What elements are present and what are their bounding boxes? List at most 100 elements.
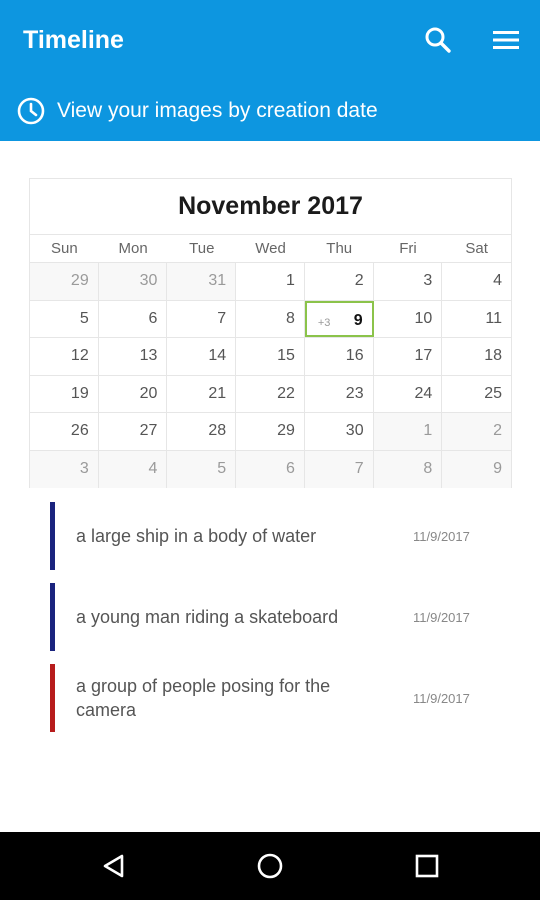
calendar-day[interactable]: 26 bbox=[30, 413, 99, 450]
calendar-day-selected[interactable]: +3 9 bbox=[304, 300, 374, 337]
calendar-day[interactable]: 30 bbox=[305, 413, 374, 450]
day-number: 29 bbox=[277, 422, 295, 439]
color-accent-bar bbox=[50, 664, 55, 732]
image-list-item[interactable]: a group of people posing for the camera 1… bbox=[50, 664, 510, 732]
calendar-day[interactable]: 18 bbox=[442, 338, 511, 375]
calendar-day[interactable]: 27 bbox=[99, 413, 168, 450]
image-list-item[interactable]: a young man riding a skateboard 11/9/2017 bbox=[50, 583, 510, 651]
calendar-day[interactable]: 16 bbox=[305, 338, 374, 375]
calendar-day[interactable]: 29 bbox=[236, 413, 305, 450]
timeline-screen: Timeline View your images by creation da… bbox=[0, 0, 540, 900]
color-accent-bar bbox=[50, 502, 55, 570]
calendar-day[interactable]: 11 bbox=[442, 301, 511, 338]
calendar-day[interactable]: 28 bbox=[167, 413, 237, 450]
calendar-day[interactable]: 8 bbox=[236, 300, 305, 337]
image-list-item[interactable]: a large ship in a body of water 11/9/2017 bbox=[50, 502, 510, 570]
app-bar: Timeline View your images by creation da… bbox=[0, 0, 540, 141]
calendar-day[interactable]: 8 bbox=[373, 450, 443, 488]
home-button[interactable] bbox=[254, 850, 286, 882]
day-number: 5 bbox=[79, 309, 89, 327]
color-accent-bar bbox=[50, 583, 55, 651]
calendar-day[interactable]: 14 bbox=[167, 338, 237, 375]
calendar-day[interactable]: 2 bbox=[305, 263, 374, 300]
system-nav-bar bbox=[0, 832, 540, 900]
day-number: 16 bbox=[345, 347, 364, 364]
calendar-day[interactable]: 22 bbox=[236, 375, 305, 412]
calendar-day[interactable]: 25 bbox=[442, 376, 511, 413]
calendar-day[interactable]: 5 bbox=[167, 450, 237, 488]
day-number: 27 bbox=[139, 422, 158, 439]
back-button[interactable] bbox=[98, 850, 130, 882]
month-calendar: November 2017 Sun Mon Tue Wed Thu Fri Sa… bbox=[29, 178, 512, 488]
back-icon bbox=[103, 854, 124, 878]
day-number: 7 bbox=[354, 459, 364, 477]
day-number: 14 bbox=[208, 347, 227, 364]
image-count-badge: +3 bbox=[317, 316, 331, 329]
search-button[interactable] bbox=[420, 22, 456, 58]
day-number: 5 bbox=[217, 459, 227, 477]
image-date: 11/9/2017 bbox=[413, 609, 470, 625]
calendar-day[interactable]: 6 bbox=[236, 450, 305, 488]
calendar-day[interactable]: 1 bbox=[236, 263, 305, 300]
calendar-day[interactable]: 1 bbox=[373, 413, 443, 450]
clock-icon bbox=[17, 97, 45, 125]
day-number: 8 bbox=[423, 459, 433, 477]
day-number: 8 bbox=[285, 309, 295, 327]
calendar-day[interactable]: 5 bbox=[30, 300, 99, 337]
calendar-day[interactable]: 23 bbox=[305, 375, 374, 412]
weekday-label: Wed bbox=[255, 240, 286, 257]
calendar-week: 29 30 31 1 2 3 4 bbox=[30, 263, 511, 301]
calendar-day[interactable]: 3 bbox=[30, 450, 99, 488]
calendar-day[interactable]: 10 bbox=[374, 300, 443, 337]
calendar-day[interactable]: 7 bbox=[167, 300, 237, 337]
day-number: 30 bbox=[345, 422, 364, 439]
image-caption: a young man riding a skateboard bbox=[76, 607, 339, 627]
recent-apps-icon bbox=[415, 854, 439, 878]
day-number: 26 bbox=[70, 422, 89, 439]
calendar-day[interactable]: 19 bbox=[30, 375, 99, 412]
weekday-label: Thu bbox=[326, 240, 353, 257]
weekday-label: Sat bbox=[465, 240, 488, 257]
calendar-day[interactable]: 24 bbox=[374, 375, 443, 412]
image-caption: a group of people posing for the camera bbox=[76, 676, 331, 720]
calendar-day[interactable]: 9 bbox=[442, 450, 512, 488]
calendar-week: 19 20 21 22 23 24 25 bbox=[30, 375, 511, 413]
calendar-day[interactable]: 15 bbox=[236, 338, 305, 375]
day-number: 19 bbox=[70, 384, 89, 402]
day-number: 12 bbox=[70, 347, 89, 364]
calendar-day[interactable]: 20 bbox=[99, 375, 168, 412]
calendar-day[interactable]: 7 bbox=[304, 450, 374, 488]
day-number: 6 bbox=[148, 309, 158, 327]
calendar-day[interactable]: 30 bbox=[98, 263, 168, 300]
calendar-day[interactable]: 17 bbox=[374, 338, 443, 375]
day-number: 22 bbox=[277, 384, 295, 402]
day-number: 20 bbox=[139, 384, 158, 402]
calendar-week: 26 27 28 29 30 1 2 bbox=[30, 413, 512, 451]
day-number: 15 bbox=[277, 347, 295, 364]
calendar-day[interactable]: 31 bbox=[167, 263, 237, 300]
day-number: 31 bbox=[208, 272, 227, 289]
calendar-day[interactable]: 21 bbox=[167, 375, 237, 412]
calendar-day[interactable]: 13 bbox=[99, 338, 168, 375]
calendar-grid: 29 30 31 1 2 3 4 5 6 7 8 +3 9 10 11 12 13 14 15 16 17 18 19 20 2… bbox=[30, 263, 512, 488]
calendar-day[interactable]: 6 bbox=[99, 300, 168, 337]
calendar-day[interactable]: 4 bbox=[442, 263, 511, 300]
calendar-day[interactable]: 12 bbox=[30, 338, 99, 375]
day-number: 13 bbox=[139, 347, 158, 364]
weekday-header: Sun Mon Tue Wed Thu Fri Sat bbox=[30, 235, 511, 263]
day-number: 3 bbox=[79, 459, 89, 477]
day-number: 1 bbox=[423, 422, 433, 439]
day-number: 18 bbox=[484, 347, 503, 364]
calendar-day[interactable]: 3 bbox=[374, 263, 443, 300]
day-number: 6 bbox=[285, 459, 295, 477]
day-number: 17 bbox=[414, 347, 433, 364]
weekday-label: Fri bbox=[399, 240, 417, 257]
menu-button[interactable] bbox=[488, 22, 524, 58]
day-number: 2 bbox=[493, 422, 503, 439]
calendar-day[interactable]: 2 bbox=[442, 413, 512, 450]
calendar-day[interactable]: 4 bbox=[98, 450, 168, 488]
recent-apps-button[interactable] bbox=[411, 850, 443, 882]
weekday-label: Tue bbox=[189, 240, 215, 257]
calendar-day[interactable]: 29 bbox=[30, 263, 99, 300]
day-number: 28 bbox=[208, 422, 227, 439]
